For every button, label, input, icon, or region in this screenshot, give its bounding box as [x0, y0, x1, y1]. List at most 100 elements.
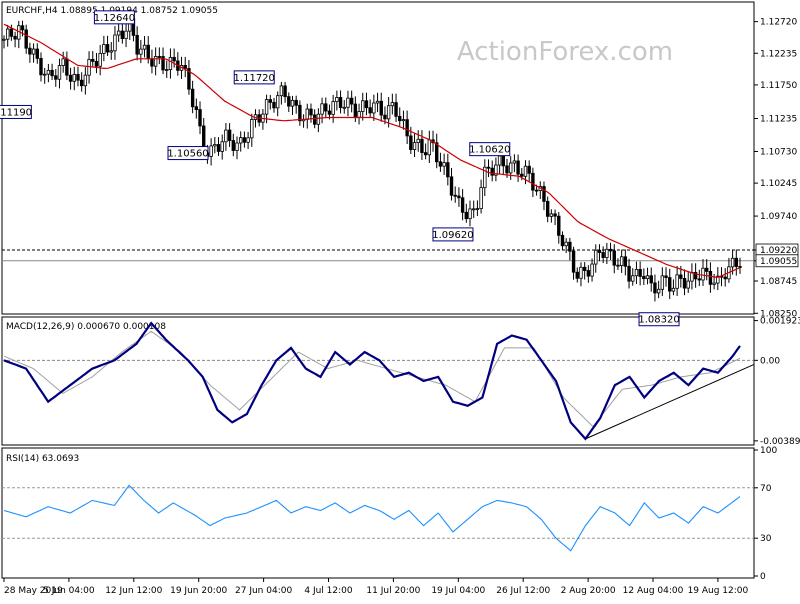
candle-body: [324, 103, 328, 112]
candle-body: [242, 137, 247, 143]
candle-body: [409, 135, 413, 150]
candle-body: [57, 65, 62, 80]
candle-body: [568, 241, 572, 252]
candle-body: [209, 145, 213, 157]
candle-body: [664, 275, 668, 278]
candle-body: [31, 48, 36, 55]
candle-body: [464, 211, 469, 220]
candle-body: [501, 155, 505, 167]
candle-body: [272, 101, 276, 109]
candle-body: [213, 144, 217, 147]
candle-body: [20, 25, 25, 31]
candle-body: [24, 29, 28, 49]
x-tick-label: 11 Jul 20:00: [366, 586, 420, 596]
candle-body: [183, 65, 187, 69]
x-tick-label: 19 Aug 12:00: [688, 586, 749, 596]
candle-body: [168, 56, 173, 70]
candle-body: [91, 59, 95, 62]
candle-body: [734, 257, 739, 267]
candle-body: [479, 187, 483, 210]
rsi-line: [3, 484, 741, 552]
candle-body: [701, 267, 705, 281]
annotation-label: 1.11190: [0, 107, 32, 118]
rsi-panel-frame: [1, 447, 755, 579]
candle-body: [423, 152, 428, 156]
candle-body: [224, 129, 228, 143]
candle-body: [220, 141, 224, 152]
candle-body: [723, 276, 727, 280]
candle-body: [190, 88, 195, 108]
candle-body: [564, 241, 568, 247]
candle-body: [686, 280, 690, 289]
candle-body: [46, 69, 51, 75]
candle-body: [475, 208, 480, 211]
candle-body: [497, 155, 502, 166]
candle-body: [516, 160, 520, 175]
candle-body: [290, 99, 295, 107]
candle-body: [605, 248, 609, 258]
candle-body: [571, 250, 576, 273]
candle-body: [612, 250, 616, 266]
candle-body: [653, 282, 657, 294]
candle-body: [405, 119, 409, 137]
annotation-label: 1.10620: [469, 145, 510, 156]
macd-y-axis: 0.0019230.00-0.003896: [2, 317, 800, 447]
candle-body: [146, 44, 150, 60]
rsi-title: RSI(14) 63.0693: [6, 454, 79, 464]
candle-body: [446, 162, 450, 178]
candle-body: [412, 142, 417, 150]
candle-body: [76, 74, 80, 81]
candle-body: [398, 115, 402, 122]
rsi-y-axis: 100 70 30 0: [2, 446, 777, 582]
candle-body: [505, 165, 509, 174]
candle-body: [435, 142, 439, 163]
candle-body: [638, 268, 642, 277]
candle-body: [738, 266, 742, 268]
candle-body: [379, 100, 383, 116]
candle-body: [542, 186, 546, 202]
rsi-y-tick-label: 0: [760, 572, 766, 582]
candle-body: [523, 165, 528, 177]
candle-body: [109, 50, 113, 53]
candle-body: [113, 34, 117, 52]
candle-body: [294, 99, 298, 106]
candle-body: [72, 74, 76, 82]
candle-body: [394, 102, 398, 117]
candle-body: [590, 263, 594, 277]
x-tick-label: 12 Jun 12:00: [105, 586, 162, 596]
candle-body: [135, 35, 139, 55]
candle-body: [139, 48, 143, 55]
candle-body: [390, 102, 395, 107]
candle-body: [386, 105, 391, 120]
candle-body: [460, 197, 465, 213]
candle-body: [312, 114, 317, 125]
candle-body: [309, 108, 313, 116]
candle-body: [346, 97, 350, 108]
candle-body: [608, 248, 613, 252]
annotation-label: 1.11720: [234, 73, 275, 84]
candle-body: [442, 162, 446, 167]
candle-body: [531, 172, 535, 191]
candle-body: [508, 162, 513, 174]
candle-body: [438, 161, 443, 167]
price-y-tick-label: 1.10245: [760, 179, 797, 189]
candle-body: [68, 74, 73, 82]
candle-body: [671, 287, 676, 292]
price-y-tick-label: 1.12235: [760, 49, 797, 59]
candle-body: [375, 100, 380, 104]
candle-body: [697, 278, 702, 281]
candle-body: [298, 104, 302, 122]
candle-body: [594, 249, 598, 265]
candle-body: [457, 195, 461, 199]
price-y-axis: 1.12720 1.12235 1.11750 1.11235 1.10730 1.102…: [754, 18, 799, 319]
candle-body: [361, 100, 365, 112]
candle-body: [142, 44, 147, 50]
candle-body: [28, 47, 32, 55]
candle-body: [335, 97, 339, 103]
macd-y-tick-label: 0.00: [760, 356, 780, 366]
price-grid: [2, 249, 754, 262]
candle-body: [679, 274, 683, 279]
candle-body: [2, 38, 6, 41]
candle-body: [579, 266, 583, 279]
price-y-tick-label: 1.09740: [760, 212, 797, 222]
